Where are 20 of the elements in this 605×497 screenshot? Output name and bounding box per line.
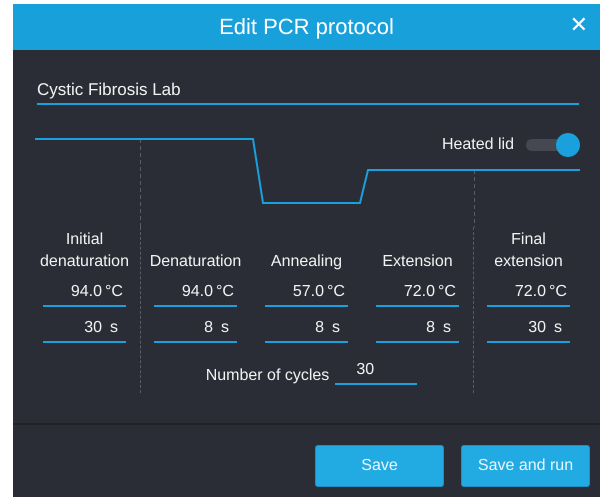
protocol-name-field[interactable]: Cystic Fibrosis Lab	[37, 80, 579, 105]
temperature-field[interactable]: 72.0 °C	[376, 283, 459, 307]
cycles-label: Number of cycles	[206, 367, 330, 385]
heated-lid-label: Heated lid	[442, 136, 514, 154]
duration-field[interactable]: 8 s	[376, 319, 459, 343]
duration-field[interactable]: 30 s	[487, 319, 570, 343]
temperature-field[interactable]: 72.0 °C	[487, 283, 570, 307]
step-label: Denaturation	[150, 252, 242, 272]
temperature-field[interactable]: 57.0 °C	[265, 283, 348, 307]
duration-field[interactable]: 30 s	[43, 319, 126, 343]
step-label: Annealing	[270, 252, 342, 272]
temperature-field[interactable]: 94.0 °C	[154, 283, 237, 307]
step-label: Initial denaturation	[39, 230, 130, 272]
cycles-field[interactable]: 30	[335, 361, 418, 385]
step-label: Final extension	[493, 230, 564, 272]
temperature-field[interactable]: 94.0 °C	[43, 283, 126, 307]
duration-field[interactable]: 8 s	[154, 319, 237, 343]
duration-field[interactable]: 8 s	[265, 319, 348, 343]
dialog-title: Edit PCR protocol	[219, 14, 394, 40]
step-label: Extension	[382, 252, 453, 272]
